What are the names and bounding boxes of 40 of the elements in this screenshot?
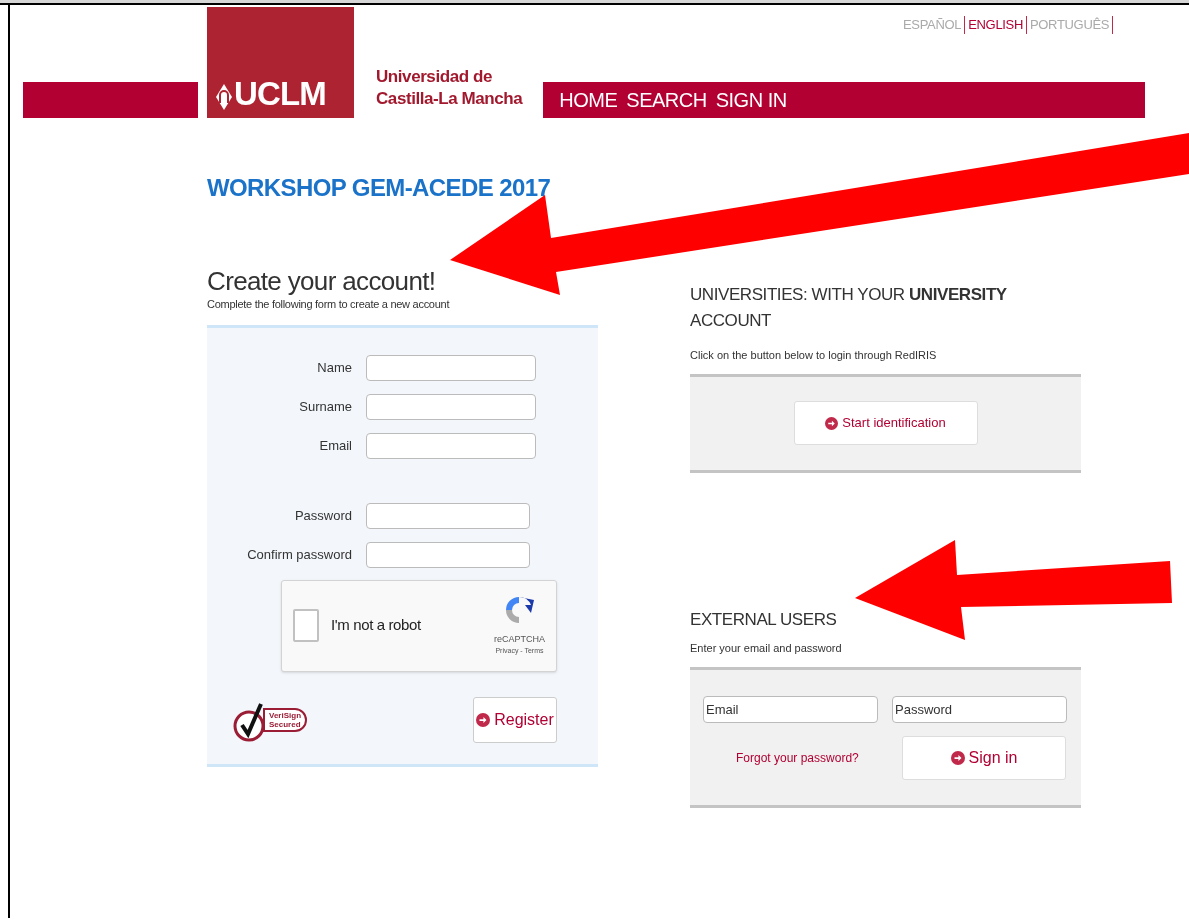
sign-in-button[interactable]: Sign in xyxy=(902,735,1066,780)
input-field[interactable] xyxy=(366,432,536,459)
nav-link[interactable]: HOME xyxy=(559,85,618,115)
uclm-logo[interactable]: UCLM xyxy=(207,7,354,118)
password-field[interactable] xyxy=(366,541,530,568)
captcha-brand: reCAPTCHA xyxy=(494,632,545,646)
arrow-circle-icon xyxy=(476,712,491,727)
captcha-checkbox[interactable] xyxy=(293,609,319,642)
field-label: Name xyxy=(316,358,353,377)
start-identification-button[interactable]: Start identification xyxy=(793,401,978,445)
seal-text: Secured xyxy=(269,719,301,729)
forgot-password-link[interactable]: Forgot your password? xyxy=(736,748,859,767)
field-label: Password xyxy=(293,506,353,525)
login-field[interactable]: Email xyxy=(703,695,878,723)
password-field[interactable] xyxy=(366,502,530,529)
form-subtitle: Complete the following form to create a new account xyxy=(207,297,451,312)
seal-text: VeriSign xyxy=(269,710,301,720)
field-label: Email xyxy=(318,436,353,455)
form-heading: Create your account! xyxy=(207,266,437,296)
section-hint: Enter your email and password xyxy=(690,641,843,656)
logo-text: UCLM xyxy=(234,77,326,110)
arrow-circle-icon xyxy=(950,750,965,765)
arrow-circle-icon xyxy=(825,416,839,430)
captcha-label: I'm not a robot xyxy=(331,615,421,636)
section-heading: UNIVERSITIES: WITH YOUR UNIVERSITY ACCOUNT xyxy=(690,284,1008,332)
login-field[interactable]: Password xyxy=(892,695,1067,723)
section-hint: Click on the button below to login through RedIRIS xyxy=(690,348,938,363)
language-link[interactable]: ENGLISH xyxy=(965,15,1026,35)
nav-link[interactable]: SEARCH xyxy=(626,85,707,115)
emblem-icon xyxy=(216,84,232,110)
university-name: Castilla-La Mancha xyxy=(376,88,523,110)
register-button[interactable]: Register xyxy=(473,696,557,743)
page-title: WORKSHOP GEM-ACEDE 2017 xyxy=(207,173,552,203)
nav-link[interactable]: SIGN IN xyxy=(715,85,787,115)
input-field[interactable] xyxy=(366,393,536,420)
field-label: Surname xyxy=(298,397,353,416)
input-field[interactable] xyxy=(366,354,536,381)
field-label: Confirm password xyxy=(246,545,353,564)
section-heading: EXTERNAL USERS xyxy=(690,608,838,631)
university-name: Universidad de xyxy=(376,66,493,88)
